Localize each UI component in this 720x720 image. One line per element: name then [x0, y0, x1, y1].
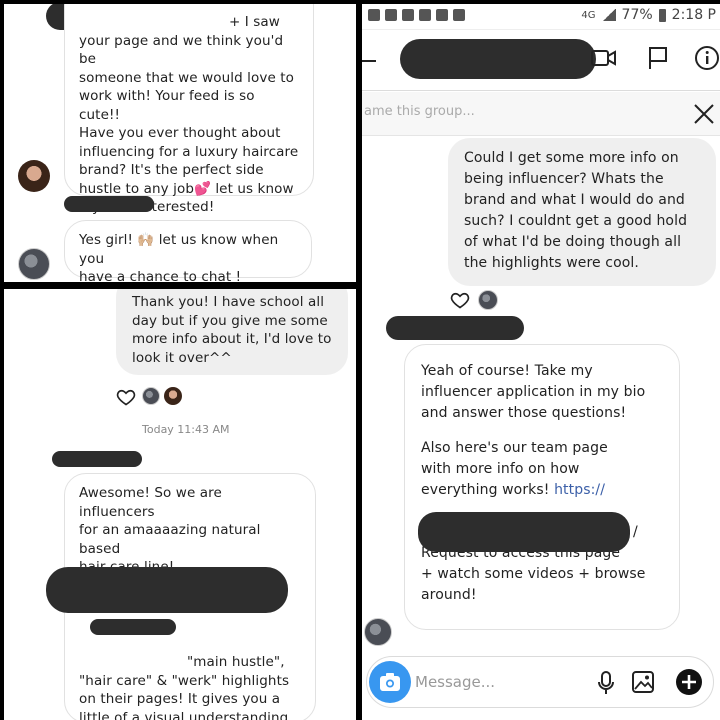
message-line: work with! Your feed is so cute!!	[79, 88, 255, 123]
microphone-icon[interactable]	[597, 671, 615, 695]
message-line: influencing for a luxury haircare	[79, 143, 299, 160]
message-line: day but if you give me some	[132, 312, 328, 329]
message-placeholder: Message...	[415, 673, 496, 691]
seen-avatar	[478, 290, 498, 310]
notification-icons	[368, 9, 465, 21]
message-line: "hair care" & "werk" highlights	[79, 672, 290, 689]
message-line: your page and we think you'd be	[79, 32, 284, 68]
redacted-handle	[46, 567, 288, 613]
screenshot-panel-top-left: + I saw your page and we think you'd be so…	[4, 4, 356, 282]
message-line: and answer those questions!	[421, 405, 627, 421]
message-line: more info about it, I'd love to	[132, 331, 332, 347]
camera-icon	[380, 673, 400, 691]
message-bubble-incoming: Yeah of course! Take my influencer applic…	[404, 344, 680, 630]
message-line: Also here's our team page	[421, 440, 608, 456]
play-icon	[402, 9, 414, 21]
camera-button[interactable]	[369, 661, 411, 703]
message-line: on their pages! It gives you a	[79, 691, 281, 707]
message-line: around!	[421, 587, 477, 603]
info-icon[interactable]	[694, 45, 720, 71]
close-icon[interactable]	[692, 102, 716, 126]
sender-avatar[interactable]	[364, 618, 392, 646]
heart-icon[interactable]	[116, 387, 136, 407]
team-page-link[interactable]: https://	[554, 482, 605, 498]
seen-avatar	[142, 387, 160, 405]
screenshot-panel-right: 4G 77% 2:18 P ame this group... Could I …	[362, 4, 720, 720]
signal-icon	[601, 9, 616, 21]
message-line: being influencer? Whats the	[464, 171, 664, 187]
message-text: everything works!	[421, 482, 555, 498]
image-icon	[419, 9, 431, 21]
heart-icon[interactable]	[450, 290, 470, 310]
screenshot-panel-bottom-left: Thank you! I have school all day but if y…	[4, 289, 356, 720]
message-bubble-outgoing: Thank you! I have school all day but if y…	[116, 289, 348, 375]
battery-percent: 77%	[621, 7, 653, 23]
message-bubble-incoming: + I saw your page and we think you'd be so…	[64, 4, 314, 215]
message-input-bar: Message...	[362, 650, 720, 720]
message-line: Have you ever thought about	[79, 125, 281, 141]
clock: 2:18 P	[671, 7, 716, 23]
redacted-username	[52, 451, 142, 467]
redacted-handle	[90, 619, 176, 635]
heart-status-icon	[453, 9, 465, 21]
facebook-icon	[368, 9, 380, 21]
flag-icon[interactable]	[646, 45, 670, 71]
message-text: Yes girl! 🙌🏼 let us know when you have a …	[79, 231, 297, 282]
message-line: for an amaaaazing natural based	[79, 522, 261, 557]
sender-avatar[interactable]	[18, 248, 50, 280]
redacted-username	[386, 316, 524, 340]
message-line: little of a visual understanding	[79, 709, 289, 720]
message-line: the highlights were cool.	[464, 255, 639, 271]
redacted-username	[64, 196, 154, 212]
message-input[interactable]: Message...	[366, 656, 714, 708]
message-line: brand and what I would do and	[464, 192, 685, 208]
plus-icon[interactable]	[675, 668, 703, 696]
video-call-icon[interactable]	[590, 47, 618, 69]
message-line: someone that we would love to	[79, 69, 295, 86]
seen-avatar	[164, 387, 182, 405]
app-icon	[385, 9, 397, 21]
redacted-url	[418, 512, 630, 552]
message-bubble-outgoing: Could I get some more info on being influ…	[448, 138, 716, 286]
group-name-row: ame this group...	[362, 92, 720, 136]
redacted-group-title	[400, 39, 596, 79]
message-text: everything works! https://	[421, 480, 663, 501]
sender-avatar[interactable]	[18, 160, 50, 192]
message-text: Yeah of course! Take my influencer applic…	[421, 361, 663, 480]
message-line: of what I'd be doing though all	[464, 234, 682, 250]
back-arrow-icon[interactable]	[362, 51, 378, 71]
message-line: Yes girl! 🙌🏼 let us know when you	[79, 232, 279, 267]
message-text: Request to access this page + watch some …	[421, 543, 663, 606]
message-line: influencer application in my bio	[421, 384, 646, 400]
chat-header	[362, 31, 720, 91]
message-line: Thank you! I have school all	[132, 294, 325, 310]
group-name-input[interactable]: ame this group...	[364, 104, 475, 119]
message-line: have a chance to chat !	[79, 269, 242, 282]
message-bubble-incoming: Yes girl! 🙌🏼 let us know when you have a …	[64, 220, 312, 282]
message-text: "main hustle",	[187, 654, 285, 670]
message-line: Awesome! So we are influencers	[79, 485, 222, 520]
message-line: Yeah of course! Take my	[421, 363, 593, 379]
status-right: 4G 77% 2:18 P	[581, 7, 716, 23]
message-text: Thank you! I have school all day but if y…	[132, 293, 332, 367]
status-bar: 4G 77% 2:18 P	[362, 4, 720, 30]
gallery-icon[interactable]	[631, 670, 655, 694]
message-line: + I saw	[229, 14, 280, 30]
message-line: with more info on how	[421, 461, 580, 477]
battery-icon	[658, 8, 666, 22]
lock-icon	[436, 9, 448, 21]
timestamp: Today 11:43 AM	[142, 423, 230, 436]
message-text: "hair care" & "werk" highlights on their …	[79, 672, 301, 720]
message-line: Could I get some more info on	[464, 150, 679, 166]
message-line	[421, 424, 663, 438]
message-line: brand? It's the perfect side	[79, 162, 264, 178]
message-text: Could I get some more info on being influ…	[464, 148, 700, 274]
message-text: + I saw your page and we think you'd be so…	[79, 13, 299, 217]
message-line: such? I couldnt get a good hold	[464, 213, 688, 229]
network-label: 4G	[581, 9, 596, 21]
message-line: + watch some videos + browse	[421, 566, 646, 582]
message-line: look it over^^	[132, 349, 232, 366]
